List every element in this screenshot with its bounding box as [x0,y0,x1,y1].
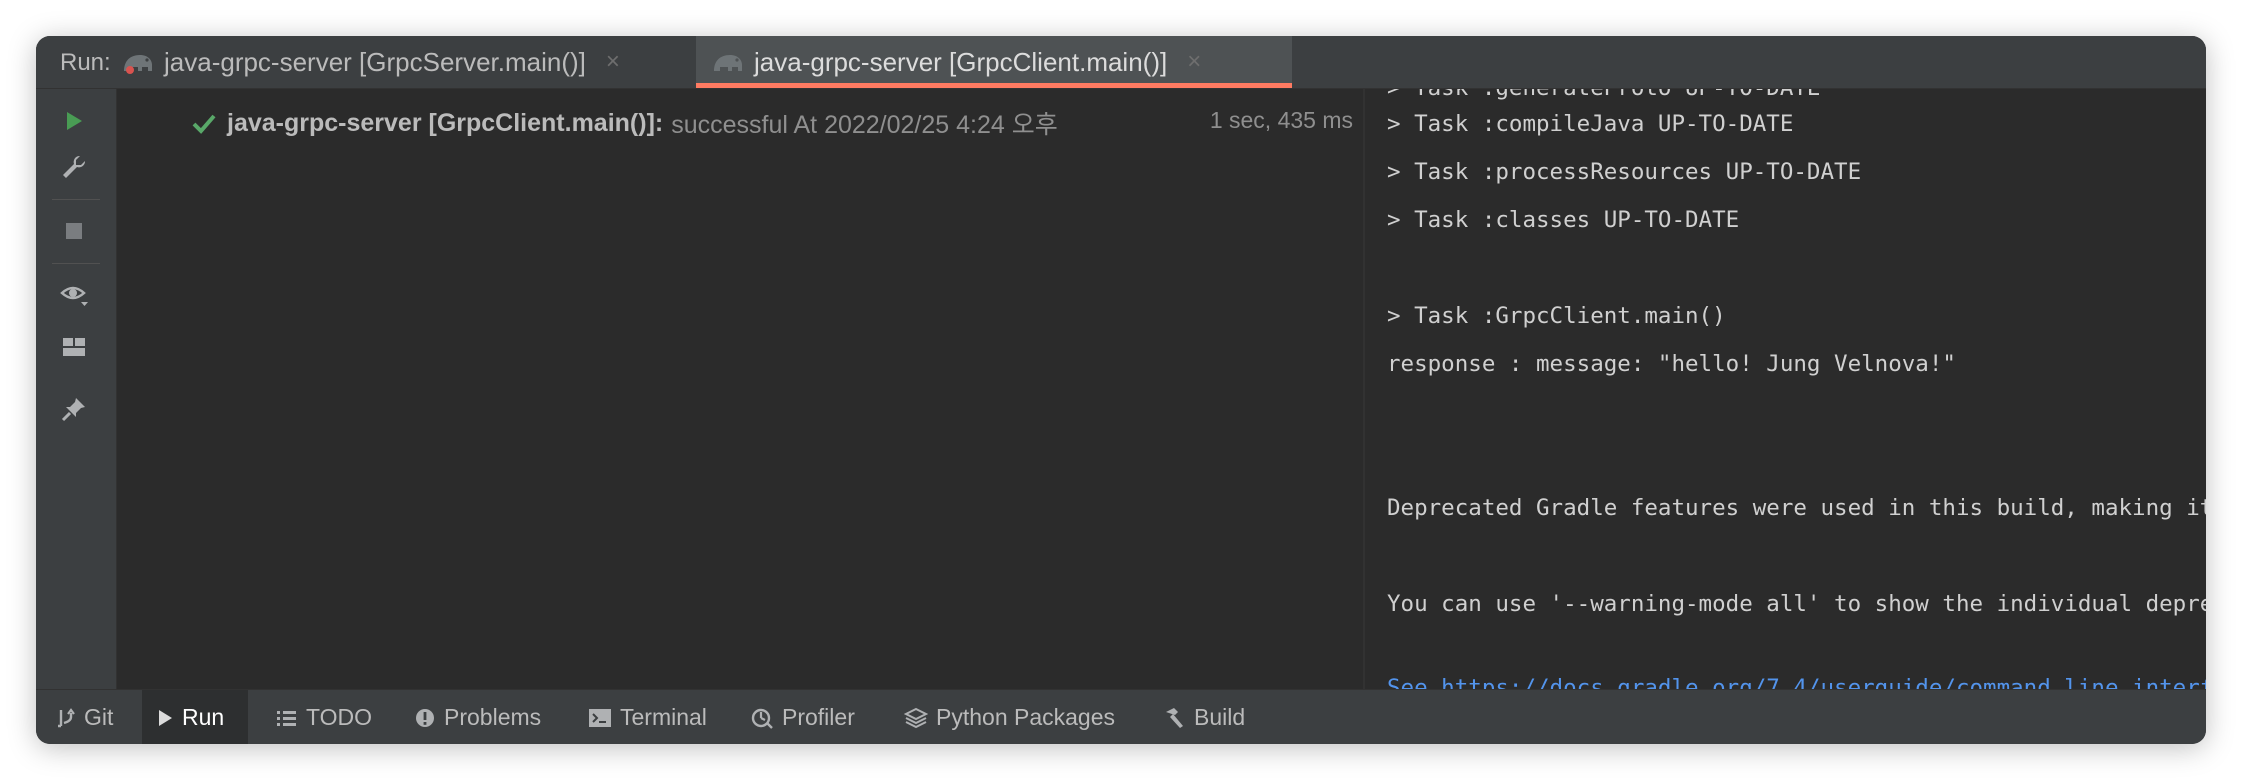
close-icon[interactable]: × [1187,48,1201,76]
tab-label: java-grpc-server [GrpcClient.main()] [754,46,1168,77]
console-line: > Task :GrpcClient.main() [1387,303,1726,329]
terminal-icon [589,708,611,727]
run-tab-bar: Run: java-grpc-server [GrpcServer.main()… [36,36,2206,89]
bottom-tab-python-packages[interactable]: Python Packages [904,690,1115,744]
layout-icon [63,338,85,356]
git-branch-icon [58,707,75,727]
layout-button[interactable] [52,325,96,369]
gradle-elephant-icon [124,55,152,74]
tool-window-bar: Git Run TODO Problems Terminal Profiler … [36,689,2206,744]
tab-grpc-client[interactable]: java-grpc-server [GrpcClient.main()] × [696,36,1292,88]
run-toolbar [36,89,117,689]
console-line: > Task :classes UP-TO-DATE [1387,207,1740,233]
console-line: response : message: "hello! Jung Velnova… [1387,351,1956,377]
run-config-name: java-grpc-server [GrpcClient.main()]: [227,108,664,137]
view-options-button[interactable] [52,273,96,317]
bottom-tab-build[interactable]: Build [1162,690,1245,744]
bottom-tab-profiler[interactable]: Profiler [750,690,855,744]
settings-button[interactable] [52,145,96,189]
console-line: > Task :processResources UP-TO-DATE [1387,159,1862,185]
stop-icon [66,223,82,239]
bottom-tab-label: Git [84,704,114,730]
toolbar-separator [52,199,100,200]
bottom-tab-label: Profiler [782,704,855,730]
problems-icon [416,708,434,727]
pin-icon [61,398,85,422]
list-icon [277,710,296,726]
layers-icon [904,707,928,728]
console-output[interactable]: > Task :generateProto UP-TO-DATE > Task … [1365,89,2206,689]
bottom-tab-label: Python Packages [936,704,1116,730]
eye-icon [60,286,88,306]
tab-grpc-server[interactable]: java-grpc-server [GrpcServer.main()] × [106,36,634,88]
close-icon[interactable]: × [606,48,620,76]
run-icon [159,709,172,726]
profiler-icon [751,708,773,729]
gradle-elephant-icon [714,55,742,71]
bottom-tab-label: Terminal [620,704,707,730]
rerun-icon [67,112,82,130]
run-duration: 1 sec, 435 ms [1209,107,1353,133]
run-status: successful At 2022/02/25 4:24 오후 [671,111,1058,139]
pin-button[interactable] [52,387,96,431]
wrench-icon [63,155,86,178]
bottom-tab-label: TODO [306,704,373,730]
bottom-tab-label: Build [1194,704,1246,730]
console-line: See https://docs.gradle.org/7.4/userguid… [1387,675,2206,689]
active-tab-indicator [696,83,1292,88]
run-tree-node[interactable]: java-grpc-server [GrpcClient.main()]: su… [191,105,1058,141]
checkmark-icon [192,114,216,134]
toolbar-separator [52,263,100,264]
console-line: Deprecated Gradle features were used in … [1387,495,2206,521]
bottom-tab-todo[interactable]: TODO [276,690,372,744]
bottom-tab-git[interactable]: Git [56,690,113,744]
stop-button[interactable] [52,209,96,253]
bottom-tab-label: Problems [444,704,542,730]
tab-label: java-grpc-server [GrpcServer.main()] [164,46,586,77]
hammer-icon [1166,707,1183,728]
console-line: You can use '--warning-mode all' to show… [1387,591,2206,617]
console-line: > Task :compileJava UP-TO-DATE [1387,111,1794,137]
bottom-tab-label: Run [182,704,225,730]
run-label: Run: [60,49,111,76]
console-line: > Task :generateProto UP-TO-DATE [1387,89,1820,101]
bottom-tab-terminal[interactable]: Terminal [588,690,707,744]
run-tree-pane: java-grpc-server [GrpcClient.main()]: su… [117,89,1363,689]
ide-window: Run: java-grpc-server [GrpcServer.main()… [36,36,2206,744]
bottom-tab-run[interactable]: Run [142,690,248,744]
rerun-button[interactable] [52,99,96,143]
bottom-tab-problems[interactable]: Problems [414,690,541,744]
